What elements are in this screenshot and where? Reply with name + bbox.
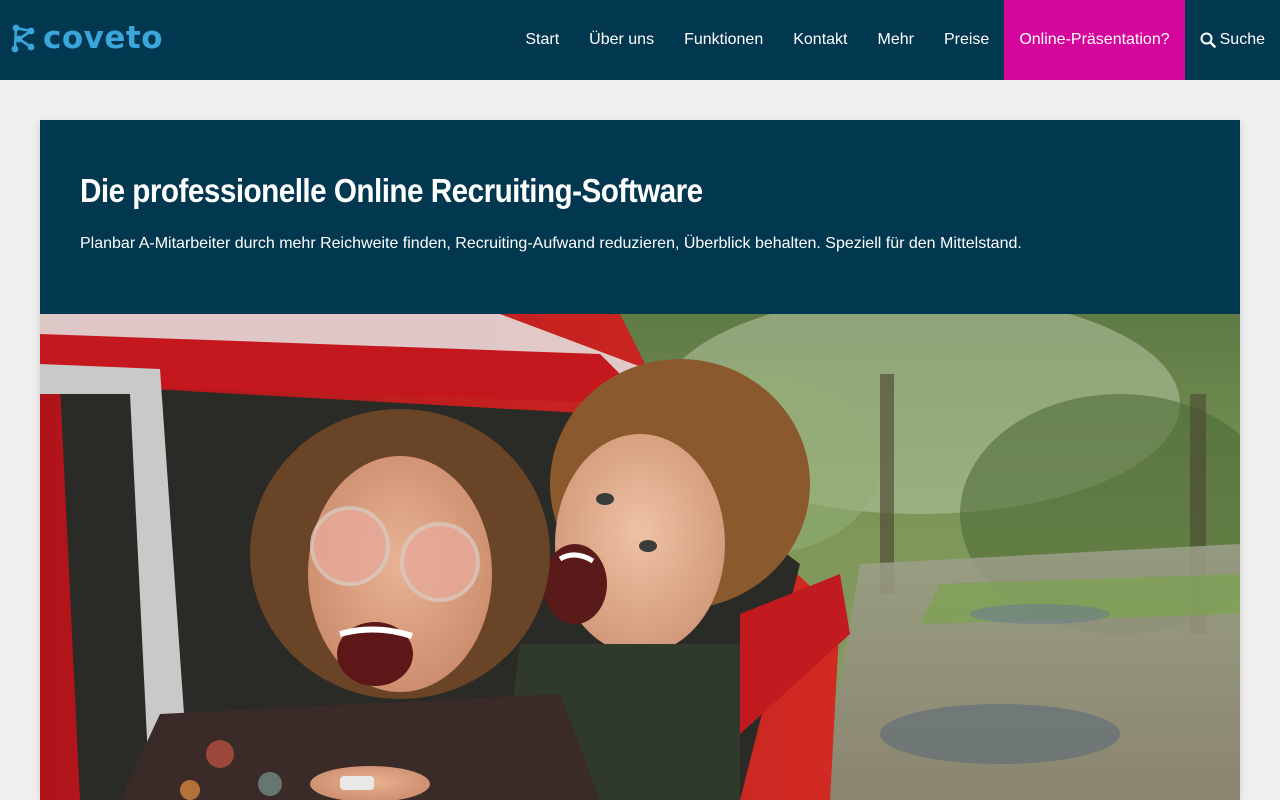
nav-item-mehr[interactable]: Mehr bbox=[863, 0, 929, 80]
nav-item-preise[interactable]: Preise bbox=[929, 0, 1004, 80]
search-icon bbox=[1200, 32, 1216, 48]
online-presentation-button[interactable]: Online-Präsentation? bbox=[1004, 0, 1185, 80]
hero-photo-illustration bbox=[40, 314, 1240, 800]
hero-section: Die professionelle Online Recruiting-Sof… bbox=[40, 120, 1240, 800]
hero-subtitle: Planbar A-Mitarbeiter durch mehr Reichwe… bbox=[80, 235, 1022, 252]
hero-header-panel: Die professionelle Online Recruiting-Sof… bbox=[40, 120, 1240, 314]
page-title: Die professionelle Online Recruiting-Sof… bbox=[80, 172, 703, 209]
nav-item-ueber-uns[interactable]: Über uns bbox=[574, 0, 669, 80]
main-nav: Start Über uns Funktionen Kontakt Mehr P… bbox=[510, 0, 1280, 80]
nav-item-kontakt[interactable]: Kontakt bbox=[778, 0, 862, 80]
coveto-network-icon bbox=[11, 24, 35, 53]
nav-item-start[interactable]: Start bbox=[510, 0, 574, 80]
nav-item-funktionen[interactable]: Funktionen bbox=[669, 0, 778, 80]
logo-text: coveto bbox=[43, 20, 164, 56]
logo-link[interactable]: coveto bbox=[10, 20, 163, 56]
hero-image bbox=[40, 314, 1240, 800]
search-label: Suche bbox=[1219, 31, 1265, 48]
site-header: coveto Start Über uns Funktionen Kontakt… bbox=[0, 0, 1280, 80]
search-button[interactable]: Suche bbox=[1185, 0, 1280, 80]
